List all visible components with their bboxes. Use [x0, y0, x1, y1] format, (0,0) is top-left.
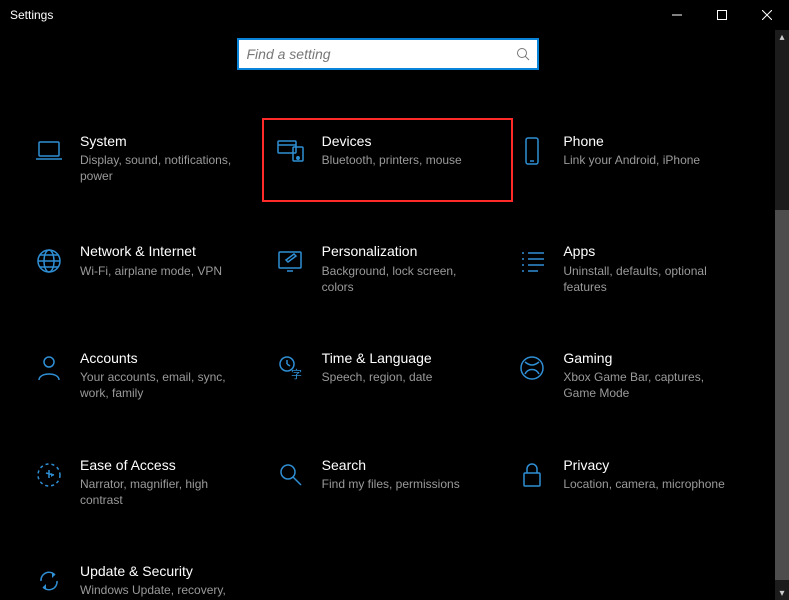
- settings-window: Settings: [0, 0, 789, 600]
- tile-desc: Speech, region, date: [322, 369, 433, 385]
- sync-icon: [32, 564, 66, 598]
- tile-title: Update & Security: [80, 562, 250, 580]
- tile-text: Gaming Xbox Game Bar, captures, Game Mod…: [563, 349, 733, 402]
- search-input[interactable]: [239, 46, 509, 62]
- tile-privacy[interactable]: Privacy Location, camera, microphone: [513, 452, 745, 513]
- tile-title: Time & Language: [322, 349, 433, 367]
- tile-text: Devices Bluetooth, printers, mouse: [322, 132, 462, 168]
- tile-text: Phone Link your Android, iPhone: [563, 132, 700, 168]
- close-icon: [762, 10, 772, 20]
- tile-text: Time & Language Speech, region, date: [322, 349, 433, 385]
- apps-list-icon: [515, 244, 549, 278]
- tile-title: Search: [322, 456, 460, 474]
- search-wrap: [0, 38, 775, 70]
- tile-update[interactable]: Update & Security Windows Update, recove…: [30, 558, 262, 600]
- tile-ease[interactable]: Ease of Access Narrator, magnifier, high…: [30, 452, 262, 513]
- paintbrush-icon: [274, 244, 308, 278]
- svg-text:字: 字: [291, 367, 302, 381]
- tile-system[interactable]: System Display, sound, notifications, po…: [30, 128, 262, 192]
- maximize-button[interactable]: [699, 0, 744, 30]
- tile-accounts[interactable]: Accounts Your accounts, email, sync, wor…: [30, 345, 262, 406]
- tile-title: Phone: [563, 132, 700, 150]
- laptop-icon: [32, 134, 66, 168]
- globe-icon: [32, 244, 66, 278]
- tile-apps[interactable]: Apps Uninstall, defaults, optional featu…: [513, 238, 745, 299]
- maximize-icon: [717, 10, 727, 20]
- tile-title: Privacy: [563, 456, 724, 474]
- magnifier-icon: [274, 458, 308, 492]
- xbox-icon: [515, 351, 549, 385]
- close-button[interactable]: [744, 0, 789, 30]
- tile-desc: Link your Android, iPhone: [563, 152, 700, 168]
- tile-title: Personalization: [322, 242, 492, 260]
- ease-of-access-icon: [32, 458, 66, 492]
- tile-network[interactable]: Network & Internet Wi-Fi, airplane mode,…: [30, 238, 262, 299]
- tile-desc: Your accounts, email, sync, work, family: [80, 369, 250, 401]
- person-icon: [32, 351, 66, 385]
- window-controls: [654, 0, 789, 30]
- tile-desc: Narrator, magnifier, high contrast: [80, 476, 250, 508]
- tile-gaming[interactable]: Gaming Xbox Game Bar, captures, Game Mod…: [513, 345, 745, 406]
- tile-desc: Uninstall, defaults, optional features: [563, 263, 733, 295]
- content-area: System Display, sound, notifications, po…: [0, 30, 775, 600]
- minimize-icon: [672, 10, 682, 20]
- tile-search[interactable]: Search Find my files, permissions: [272, 452, 504, 513]
- tile-title: Gaming: [563, 349, 733, 367]
- tile-time[interactable]: 字 Time & Language Speech, region, date: [272, 345, 504, 406]
- tile-desc: Display, sound, notifications, power: [80, 152, 250, 184]
- tile-text: Search Find my files, permissions: [322, 456, 460, 492]
- tile-text: Accounts Your accounts, email, sync, wor…: [80, 349, 250, 402]
- tile-title: Accounts: [80, 349, 250, 367]
- tile-text: Privacy Location, camera, microphone: [563, 456, 724, 492]
- tile-text: Personalization Background, lock screen,…: [322, 242, 492, 295]
- tile-text: System Display, sound, notifications, po…: [80, 132, 250, 185]
- time-language-icon: 字: [274, 351, 308, 385]
- tile-personalization[interactable]: Personalization Background, lock screen,…: [272, 238, 504, 299]
- tile-text: Apps Uninstall, defaults, optional featu…: [563, 242, 733, 295]
- devices-icon: [274, 134, 308, 168]
- tile-desc: Background, lock screen, colors: [322, 263, 492, 295]
- scroll-up-arrow[interactable]: ▴: [775, 30, 789, 44]
- tile-text: Network & Internet Wi-Fi, airplane mode,…: [80, 242, 222, 278]
- tile-title: Network & Internet: [80, 242, 222, 260]
- tile-desc: Xbox Game Bar, captures, Game Mode: [563, 369, 733, 401]
- minimize-button[interactable]: [654, 0, 699, 30]
- tile-desc: Find my files, permissions: [322, 476, 460, 492]
- tile-devices[interactable]: Devices Bluetooth, printers, mouse: [272, 128, 504, 192]
- tile-title: System: [80, 132, 250, 150]
- tile-title: Devices: [322, 132, 462, 150]
- vertical-scrollbar[interactable]: ▴ ▾: [775, 30, 789, 600]
- tile-desc: Location, camera, microphone: [563, 476, 724, 492]
- tile-desc: Bluetooth, printers, mouse: [322, 152, 462, 168]
- search-box[interactable]: [237, 38, 539, 70]
- tile-desc: Wi-Fi, airplane mode, VPN: [80, 263, 222, 279]
- lock-icon: [515, 458, 549, 492]
- tile-phone[interactable]: Phone Link your Android, iPhone: [513, 128, 745, 192]
- titlebar: Settings: [0, 0, 789, 30]
- settings-grid: System Display, sound, notifications, po…: [0, 128, 775, 600]
- scroll-thumb[interactable]: [775, 210, 789, 580]
- phone-icon: [515, 134, 549, 168]
- tile-text: Ease of Access Narrator, magnifier, high…: [80, 456, 250, 509]
- search-icon: [509, 47, 537, 61]
- window-title: Settings: [10, 8, 53, 22]
- tile-desc: Windows Update, recovery, backup: [80, 582, 250, 600]
- tile-title: Apps: [563, 242, 733, 260]
- scroll-down-arrow[interactable]: ▾: [775, 586, 789, 600]
- tile-text: Update & Security Windows Update, recove…: [80, 562, 250, 600]
- tile-title: Ease of Access: [80, 456, 250, 474]
